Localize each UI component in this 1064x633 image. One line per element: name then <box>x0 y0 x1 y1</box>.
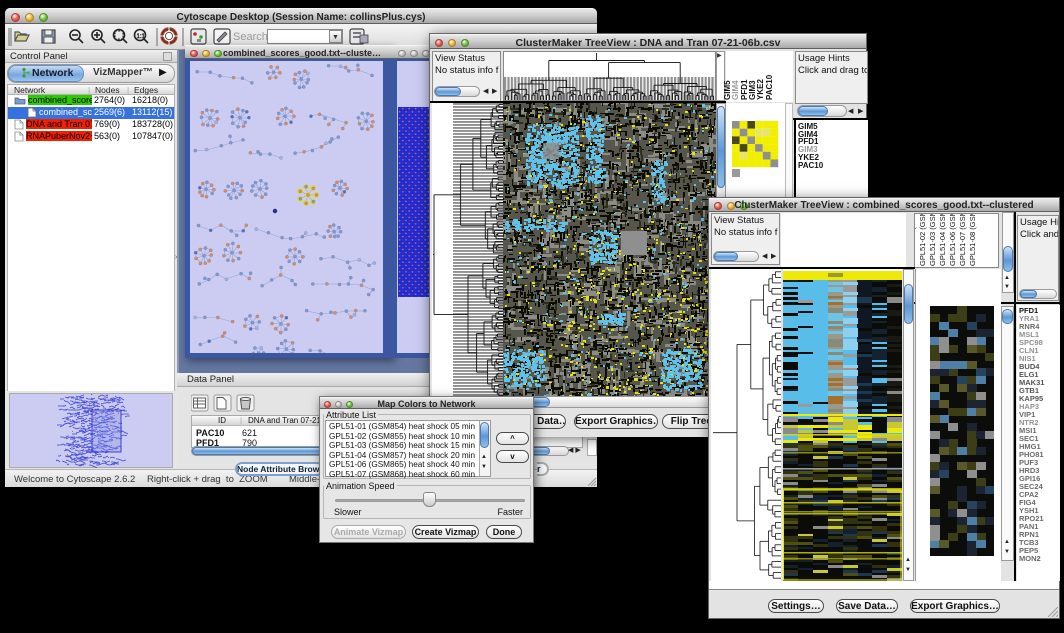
svg-text:1:1: 1:1 <box>137 34 146 40</box>
svg-text:Search:: Search: <box>233 31 271 43</box>
